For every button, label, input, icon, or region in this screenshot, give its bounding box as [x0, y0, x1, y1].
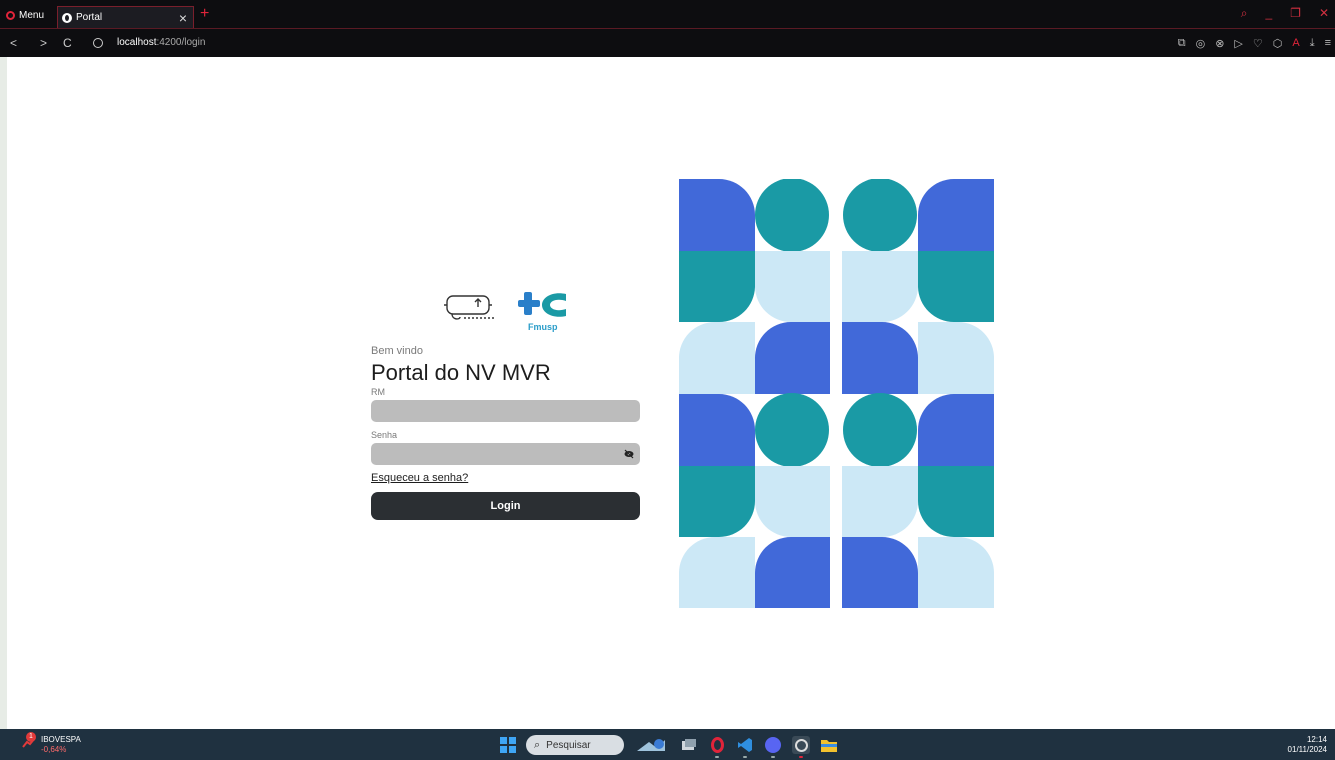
password-label: Senha: [371, 430, 398, 440]
mosaic-tile: [842, 322, 919, 394]
mosaic-tile: [679, 322, 755, 394]
pinboard-icon[interactable]: ♡: [1253, 37, 1263, 50]
url-path: :4200/login: [156, 37, 206, 48]
vr-headset-icon: [444, 295, 494, 320]
restore-icon[interactable]: ❐: [1290, 6, 1301, 21]
mosaic-tile: [918, 322, 994, 394]
rm-label: RM: [371, 387, 385, 397]
rm-input[interactable]: [371, 400, 640, 422]
eye-off-icon[interactable]: [624, 449, 634, 459]
site-info-icon[interactable]: [93, 38, 103, 48]
reload-icon[interactable]: C: [63, 36, 72, 50]
mosaic-tile: [679, 179, 755, 251]
file-explorer-icon[interactable]: [820, 736, 838, 754]
share-icon[interactable]: ⧉: [1178, 37, 1186, 50]
mosaic-tile: [679, 251, 755, 322]
chromium-icon[interactable]: [792, 736, 810, 758]
stock-widget[interactable]: 1 IBOVESPA -0,64%: [22, 732, 81, 755]
close-window-icon[interactable]: ✕: [1319, 6, 1329, 21]
mosaic-tile: [755, 251, 830, 322]
mosaic-tile: [679, 394, 755, 466]
page-viewport: Fmusp Bem vindo Portal do NV MVR RM Senh…: [7, 57, 1335, 729]
globe-icon: [62, 12, 72, 23]
address-bar: < > C localhost:4200/login ⧉ ◎ ⊗ ▷ ♡ ⬡ A…: [0, 29, 1335, 57]
url-field[interactable]: localhost:4200/login: [117, 37, 205, 48]
stock-change: -0,64%: [41, 745, 67, 754]
login-form: Bem vindo Portal do NV MVR RM Senha Esqu…: [371, 345, 640, 520]
mosaic-tile: [918, 394, 994, 466]
mosaic-tile: [918, 179, 994, 251]
mosaic-tile: [918, 466, 994, 537]
address-bar-tools: ⧉ ◎ ⊗ ▷ ♡ ⬡ A ⤓ ≡: [1178, 37, 1335, 50]
mosaic-tile: [843, 179, 917, 252]
search-icon: ⌕: [534, 738, 541, 751]
mosaic-tile: [918, 251, 994, 322]
easy-setup-icon[interactable]: ≡: [1325, 37, 1331, 50]
mosaic-tile: [755, 179, 829, 252]
search-placeholder: Pesquisar: [546, 739, 591, 751]
taskbar-search[interactable]: ⌕ Pesquisar: [526, 735, 624, 755]
logo-text: Fmusp: [528, 322, 558, 332]
mosaic-tile: [842, 537, 918, 608]
vscode-icon[interactable]: [736, 736, 754, 758]
new-tab-button[interactable]: +: [200, 5, 209, 23]
window-controls: ⌕ _ ❐ ✕: [1241, 6, 1335, 21]
hc-fmusp-logo: Fmusp: [518, 292, 566, 332]
browser-menu-button[interactable]: Menu: [6, 8, 44, 22]
taskbar-apps: ⌕ Pesquisar: [500, 735, 838, 758]
mosaic-tile: [843, 393, 917, 467]
search-tabs-icon[interactable]: ⌕: [1241, 6, 1248, 21]
stock-chart-icon: 1: [22, 732, 36, 749]
discord-icon[interactable]: [764, 736, 782, 758]
mosaic-tile: [842, 466, 918, 537]
download-icon[interactable]: ⤓: [1310, 37, 1315, 50]
stock-name: IBOVESPA: [41, 735, 81, 744]
mosaic-tile: [679, 466, 755, 537]
task-view-icon[interactable]: [680, 736, 698, 754]
minimize-icon[interactable]: _: [1265, 6, 1272, 21]
welcome-text: Bem vindo: [371, 345, 423, 357]
back-icon[interactable]: <: [10, 36, 17, 50]
tab-title: Portal: [76, 12, 103, 23]
logos: Fmusp: [444, 292, 566, 332]
mosaic-tile: [755, 466, 830, 537]
opera-icon: [6, 10, 15, 20]
extensions-icon[interactable]: ⬡: [1273, 37, 1283, 50]
mosaic-tile: [754, 322, 830, 394]
password-input[interactable]: [371, 443, 640, 465]
system-clock[interactable]: 12:14 01/11/2024: [1288, 735, 1327, 755]
aria-icon[interactable]: A: [1292, 37, 1299, 50]
adblock-icon[interactable]: ⊗: [1215, 37, 1224, 50]
url-host: localhost: [117, 37, 157, 48]
windows-start-icon[interactable]: [500, 737, 516, 753]
mosaic-tile: [842, 251, 918, 322]
mosaic-tile: [755, 393, 829, 467]
browser-tab-bar: Menu Portal × + ⌕ _ ❐ ✕: [0, 0, 1335, 29]
browser-menu-label: Menu: [19, 9, 45, 21]
mosaic-tile: [679, 537, 755, 608]
clock-time: 12:14: [1306, 735, 1327, 744]
forgot-password-link[interactable]: Esqueceu a senha?: [371, 471, 640, 485]
opera-taskbar-icon[interactable]: [708, 736, 726, 758]
mosaic-tile: [918, 537, 994, 608]
widgets-icon[interactable]: [634, 736, 670, 754]
taskbar: 1 IBOVESPA -0,64% ⌕ Pesquisar 12:14 01/1…: [0, 729, 1335, 760]
page-title: Portal do NV MVR: [371, 360, 551, 385]
tab-portal[interactable]: Portal ×: [57, 6, 194, 28]
player-icon[interactable]: ▷: [1234, 37, 1242, 50]
notification-badge: 1: [26, 732, 36, 742]
clock-date: 01/11/2024: [1287, 745, 1327, 754]
login-button[interactable]: Login: [371, 492, 640, 520]
mosaic-tile: [755, 537, 830, 608]
snapshot-icon[interactable]: ◎: [1196, 37, 1206, 50]
forward-icon[interactable]: >: [40, 36, 47, 50]
close-icon[interactable]: ×: [179, 10, 187, 26]
decorative-mosaic: [679, 179, 994, 608]
